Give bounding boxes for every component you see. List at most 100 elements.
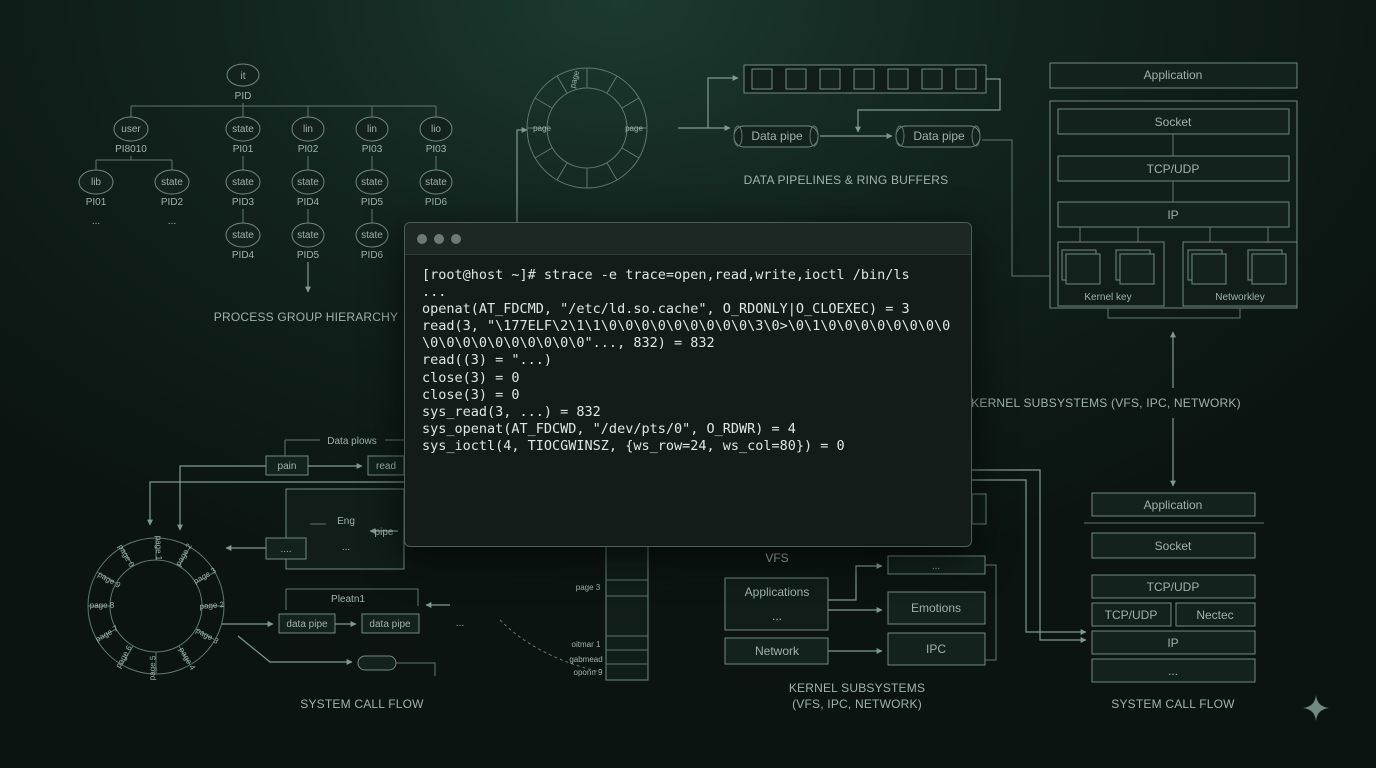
caption-kernel-right: KERNEL SUBSYSTEMS (VFS, IPC, NETWORK) [971,396,1241,410]
flow-data-plows: Data plows [327,436,376,447]
stack-bottom-tcpudp2: TCP/UDP [1105,608,1158,622]
stack-bottom-nectec: Nectec [1196,608,1233,622]
stack-bottom-more: ... [1168,664,1178,678]
kernel-oponn: oponn 9 [574,668,603,677]
tree-node-l1-3: lin [367,124,377,135]
stack-right-ip: IP [1167,208,1178,222]
window-close-dot[interactable] [417,233,427,244]
kernel-gabmead: gabmead [569,655,602,664]
stack-right-kernel-key: Kernel key [1084,292,1131,303]
tree-node-l1-2: lin [303,124,313,135]
tree-label-l2-0: PI01 [86,197,107,208]
kernel-applications: Applications [745,585,810,599]
flow-dots: .... [280,544,291,555]
kernel-vfs: VFS [765,551,788,565]
terminal-line: openat(AT_FDCMD, "/etc/ld.so.cache", O_R… [422,301,910,318]
terminal-line: [root@host ~]# strace -e trace=open,read… [422,267,910,283]
ring-page-2: page 4 [177,646,197,672]
terminal-window[interactable]: [root@host ~]# strace -e trace=open,read… [404,222,972,547]
caption-kernel-bottom-2: (VFS, IPC, NETWORK) [792,697,922,711]
terminal-line: read((3) = "...) [422,352,553,369]
terminal-line: sys_openat(AT_FDCWD, "/dev/pts/0", O_RDW… [422,420,796,437]
stack-bottom-application: Application [1144,498,1203,512]
tree-label-l2-3: PID4 [297,197,320,208]
tree-level3: state PID4 state PID5 state PID6 [225,222,389,261]
terminal-line: ... [422,284,447,301]
window-maximize-dot[interactable] [451,233,461,244]
flow-pleatn: Pleatn1 [331,594,365,605]
tree-label-l1-2: PI02 [298,144,319,155]
tree-node-l2-2: state [232,177,254,188]
stack-bottom-tcpudp: TCP/UDP [1147,580,1200,594]
ring-top-page-top: page [568,69,581,89]
tree-level2: lib PI01 ... state PID2 ... state PID3 s… [78,169,453,227]
window-minimize-dot[interactable] [434,233,444,244]
tree-node-root-text: it [241,71,246,82]
ring-top-page-right: page [625,124,643,133]
tree-node-root-label: PID [235,91,252,102]
terminal-output[interactable]: [root@host ~]# strace -e trace=open,read… [405,255,971,455]
flow-read: read [376,461,396,472]
tree-level1: user PI8010 state PI01 lin PI02 lin PI03… [113,116,453,155]
tree-node-l2-4: state [361,177,383,188]
flow-data-pipe-2: data pipe [369,619,411,630]
ring-page-0: page 2 [199,600,225,611]
kernel-more: ... [772,609,782,623]
stack-right-application: Application [1144,68,1203,82]
kernel-network: Network [755,644,800,658]
pipe-label-1: Data pipe [751,129,803,143]
ring-page-7: page 9 [96,570,122,590]
ring-page-8: page 0 [116,543,136,569]
tree-label-l3-0: PID4 [232,250,255,261]
terminal-line: sys_read(3, ...) = 832 [422,403,601,420]
tree-node-l2-0: lib [91,177,101,188]
kernel-ipc: IPC [926,642,946,656]
kernel-oitmar: oitmar 1 [572,640,601,649]
process-group-hierarchy: it PID user PI8010 state PI01 lin PI02 l… [78,63,453,324]
stack-bottom-socket: Socket [1155,539,1192,553]
tree-label-l2-5: PID6 [425,197,448,208]
tree-label-l3-2: PID6 [361,250,384,261]
terminal-line: close(3) = 0 [422,386,520,403]
stack-right-socket: Socket [1155,115,1192,129]
tree-label-l1-0: PI8010 [115,144,147,155]
ring-page-9: page 1 [154,536,163,561]
flow-eng: Eng [337,516,355,527]
terminal-line: close(3) = 0 [422,369,520,386]
kernel-page3: page 3 [576,583,601,592]
terminal-titlebar [405,223,971,255]
flow-pain: pain [278,461,297,472]
tree-node-l1-0: user [121,124,141,135]
ring-page-11: page 3 [192,566,218,586]
terminal-line: \0\0\0\0\0\0\0\0\0\0"..., 832) = 832 [422,335,715,352]
caption-syscall-left: SYSTEM CALL FLOW [300,697,424,711]
terminal-line: read(3, "\177ELF\2\1\1\0\0\0\0\0\0\0\0\0… [422,318,951,335]
stack-right-network-key: Networkley [1215,292,1264,303]
pipe-label-2: Data pipe [913,129,965,143]
ring-top-page-left: page [533,124,551,133]
ring-buffer-top: page page page [516,67,648,222]
caption-kernel-bottom-1: KERNEL SUBSYSTEMS [789,681,925,695]
tree-label-l1-4: PI03 [426,144,447,155]
tree-label-l3-1: PID5 [297,250,320,261]
tree-label-l2-2: PID3 [232,197,255,208]
tree-node-l2-3: state [297,177,319,188]
caption-pipelines: DATA PIPELINES & RING BUFFERS [744,173,949,187]
tree-ellipsis-0: ... [92,216,100,227]
tree-ellipsis-1: ... [168,216,176,227]
stack-bottom-ip: IP [1167,636,1178,650]
flow-more-2: ... [456,618,464,629]
tree-node-l2-5: state [425,177,447,188]
tree-node-l3-2: state [361,230,383,241]
flow-more: ... [342,542,350,553]
network-stack-right: Application Socket TCP/UDP IP Kernel key… [971,62,1298,487]
caption-syscall-right: SYSTEM CALL FLOW [1111,697,1235,711]
kernel-more2: ... [932,561,940,572]
flow-data-pipe-1: data pipe [286,619,328,630]
ring-page-3: page 5 [148,655,158,680]
ring-page-10: page 2 [174,541,194,567]
tree-node-l3-0: state [232,230,254,241]
tree-label-l1-3: PI03 [362,144,383,155]
ring-page-1: page 3 [194,626,220,646]
ring-page-5: page 7 [94,624,120,644]
